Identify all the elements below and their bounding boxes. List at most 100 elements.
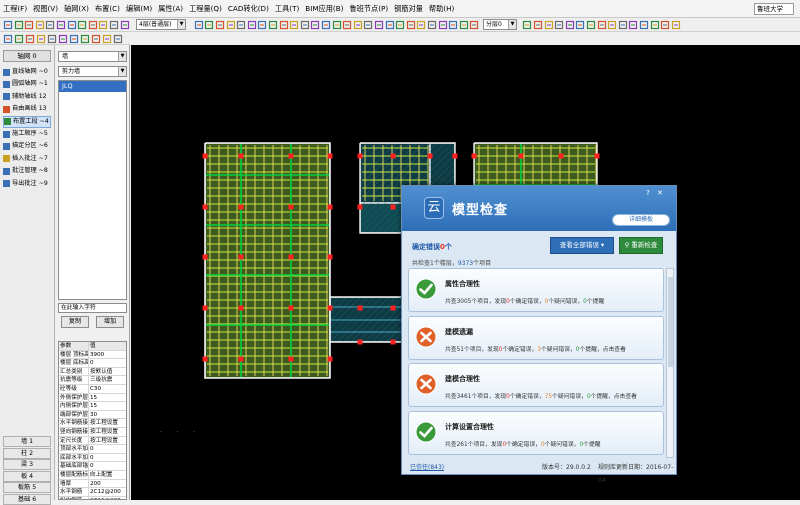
tool-item[interactable]: 直线轴网 ~0	[3, 66, 51, 78]
tool-icon[interactable]	[58, 34, 68, 44]
property-value[interactable]: 0	[89, 462, 126, 470]
tool-icon[interactable]	[310, 20, 320, 30]
tool-icon[interactable]	[332, 20, 342, 30]
help-icon[interactable]: ?	[644, 189, 652, 197]
menu-item[interactable]: 帮助(H)	[426, 0, 457, 18]
tool-icon[interactable]	[448, 20, 458, 30]
table-row[interactable]: 底部水平加 0	[59, 453, 126, 463]
table-row[interactable]: 定尺长度 按工程设置	[59, 436, 126, 446]
tool-icon[interactable]	[565, 20, 575, 30]
tool-icon[interactable]	[385, 20, 395, 30]
tool-icon[interactable]	[607, 20, 617, 30]
property-value[interactable]: 按工程设置	[89, 428, 126, 436]
tool-icon[interactable]	[47, 34, 57, 44]
menu-item[interactable]: 工具(T)	[272, 0, 302, 18]
category-tab[interactable]: 柱 2	[3, 447, 51, 459]
table-row[interactable]: 内侧保护层 15	[59, 402, 126, 411]
tool-icon[interactable]	[522, 20, 532, 30]
tool-icon[interactable]	[91, 34, 101, 44]
property-value[interactable]: 按工程设置	[89, 437, 126, 445]
tool-icon[interactable]	[342, 20, 352, 30]
tool-icon[interactable]	[67, 20, 77, 30]
tool-icon[interactable]	[618, 20, 628, 30]
check-result-card[interactable]: 建模合理性 共查3461个项目，发现0个确定错误，75个疑问错误，0个提醒，点击查…	[408, 363, 664, 407]
tool-icon[interactable]	[416, 20, 426, 30]
table-row[interactable]: 端部保护层 30	[59, 410, 126, 420]
tool-icon[interactable]	[120, 20, 130, 30]
menu-item[interactable]: 编辑(M)	[123, 0, 155, 18]
menu-item[interactable]: BIM应用(B)	[302, 0, 346, 18]
tool-item[interactable]: 辅助轴线 12	[3, 91, 51, 103]
floor-combo[interactable]: 4层(普通层) ▼	[136, 19, 186, 30]
copy-button[interactable]: 复制	[61, 316, 89, 328]
tool-icon[interactable]	[554, 20, 564, 30]
table-row[interactable]: 砼等级 C30	[59, 384, 126, 394]
property-value[interactable]: 200	[89, 480, 126, 488]
tool-icon[interactable]	[98, 20, 108, 30]
property-value[interactable]: 15	[89, 402, 126, 410]
property-value[interactable]: 0	[89, 445, 126, 453]
list-item[interactable]: JLQ	[59, 81, 126, 92]
tool-icon[interactable]	[3, 34, 13, 44]
tool-icon[interactable]	[321, 20, 331, 30]
category-tab[interactable]: 板 4	[3, 470, 51, 482]
tool-icon[interactable]	[628, 20, 638, 30]
tool-item[interactable]: 描定分区 ~6	[3, 140, 51, 152]
brand-box[interactable]: 鲁班大学	[754, 3, 794, 15]
tool-icon[interactable]	[279, 20, 289, 30]
add-button[interactable]: 增加	[96, 316, 124, 328]
tool-item[interactable]: 插入批注 ~7	[3, 153, 51, 165]
property-value[interactable]: 0	[89, 359, 126, 367]
table-row[interactable]: 基础底部锚 0	[59, 462, 126, 471]
view-combo[interactable]: 分层0 ▼	[483, 19, 517, 30]
tool-icon[interactable]	[215, 20, 225, 30]
table-row[interactable]: 水平钢筋接 按工程设置	[59, 419, 126, 428]
property-value[interactable]: 向上配置	[89, 471, 126, 479]
detail-template-button[interactable]: 详细模板	[612, 214, 670, 226]
property-value[interactable]: 30	[89, 411, 126, 419]
tool-item[interactable]: 批注管理 ~8	[3, 165, 51, 177]
tool-icon[interactable]	[3, 20, 13, 30]
tool-icon[interactable]	[102, 34, 112, 44]
check-result-card[interactable]: 建模遗漏 共查51个项目，发现0个确定错误，3个疑问错误，0个提醒，点击查看	[408, 315, 664, 360]
tool-icon[interactable]	[14, 20, 24, 30]
category-tab[interactable]: 墙 1	[3, 436, 51, 447]
view-link[interactable]: 点击查看	[614, 394, 637, 400]
tool-icon[interactable]	[353, 20, 363, 30]
tool-icon[interactable]	[597, 20, 607, 30]
tool-icon[interactable]	[257, 20, 267, 30]
view-link[interactable]: 点击查看	[603, 347, 626, 353]
tool-icon[interactable]	[363, 20, 373, 30]
tool-icon[interactable]	[586, 20, 596, 30]
table-row[interactable]: 顶部水平加 0	[59, 445, 126, 454]
tool-icon[interactable]	[650, 20, 660, 30]
menu-item[interactable]: 工程量(Q)	[186, 0, 225, 18]
tool-icon[interactable]	[427, 20, 437, 30]
tool-icon[interactable]	[247, 20, 257, 30]
table-row[interactable]: 竖向钢筋接 按工程设置	[59, 427, 126, 437]
recheck-button[interactable]: ⚲ 重新检查	[619, 237, 663, 254]
tool-icon[interactable]	[80, 34, 90, 44]
menu-item[interactable]: 布置(C)	[92, 0, 123, 18]
tool-icon[interactable]	[24, 20, 34, 30]
check-result-card[interactable]: 计算设置合理性 共查261个项目，发现0个确定错误，0个疑问错误，0个提醒	[408, 410, 664, 455]
tool-icon[interactable]	[14, 34, 24, 44]
tool-icon[interactable]	[77, 20, 87, 30]
tool-item[interactable]: 导出批注 ~9	[3, 178, 51, 190]
tool-item[interactable]: 施工顺序 ~5	[3, 128, 51, 140]
component-subtype-combo[interactable]: 剪力墙 ▼	[58, 66, 127, 77]
tool-icon[interactable]	[69, 34, 79, 44]
property-value[interactable]: 按工程设置	[89, 419, 126, 427]
table-row[interactable]: 墙厚 200	[59, 479, 126, 489]
menu-item[interactable]: 钢筋对量	[391, 0, 426, 18]
tool-icon[interactable]	[35, 20, 45, 30]
table-row[interactable]: 抗震等级 三级抗震	[59, 376, 126, 385]
category-tab[interactable]: 板筋 5	[3, 482, 51, 493]
tool-icon[interactable]	[268, 20, 278, 30]
tool-icon[interactable]	[289, 20, 299, 30]
tool-item[interactable]: 自由画线 13	[3, 103, 51, 115]
tool-icon[interactable]	[533, 20, 543, 30]
table-row[interactable]: 水平钢筋 2C12@200	[59, 488, 126, 497]
tool-icon[interactable]	[300, 20, 310, 30]
close-icon[interactable]: ✕	[656, 189, 664, 197]
